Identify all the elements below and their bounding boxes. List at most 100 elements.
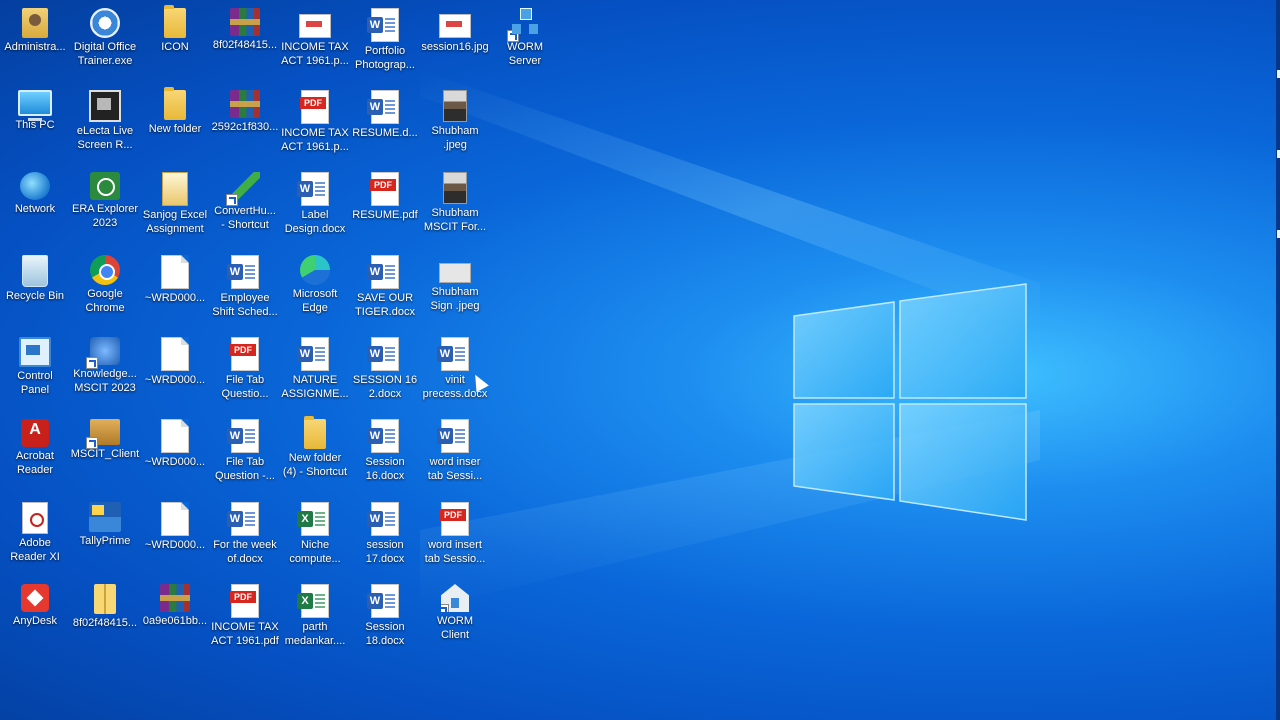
- desktop-icon[interactable]: TallyPrime: [70, 496, 140, 572]
- desktop-icon[interactable]: Wsession 17.docx: [350, 496, 420, 572]
- desktop-icon[interactable]: W Label Design.docx: [280, 166, 350, 242]
- desktop-icon[interactable]: W Session 18.docx: [350, 578, 420, 654]
- desktop-icon[interactable]: session16.jpg: [420, 2, 490, 78]
- file-type-badge: W: [297, 181, 313, 197]
- pdf-document-icon: PDF: [230, 337, 259, 371]
- shortcut-arrow-icon: [86, 357, 98, 369]
- desktop-icon[interactable]: Wvinit precess.docx: [420, 331, 490, 407]
- desktop-icon-label: ConvertHu... - Shortcut: [214, 205, 276, 231]
- desktop-icon[interactable]: W Employee Shift Sched...: [210, 249, 280, 325]
- this-pc-icon: [18, 90, 52, 121]
- tallyprime-icon: [89, 502, 121, 532]
- blank-document-icon: [161, 502, 189, 536]
- desktop-icon[interactable]: Microsoft Edge: [280, 249, 350, 325]
- desktop-icon[interactable]: 0a9e061bb...: [140, 578, 210, 654]
- word-document-icon: W: [367, 90, 399, 124]
- desktop-icon[interactable]: ~WRD000...: [140, 496, 210, 572]
- shortcut-arrow-icon: [507, 30, 519, 42]
- file-type-badge: PDF: [230, 591, 256, 603]
- desktop-icon[interactable]: ICON: [140, 2, 210, 78]
- document-lines: [315, 182, 325, 196]
- chrome-icon: [90, 255, 120, 285]
- desktop-icon[interactable]: Shubham Sign .jpeg: [420, 249, 490, 325]
- desktop-icon[interactable]: MSCIT_Client: [70, 413, 140, 489]
- desktop-icon[interactable]: Google Chrome: [70, 249, 140, 325]
- desktop-icon[interactable]: PDF INCOME TAX ACT 1961.p...: [280, 84, 350, 160]
- adobe-reader-icon: [22, 502, 48, 534]
- user-folder-icon: [22, 8, 48, 38]
- desktop-icon[interactable]: Shubham MSCIT For...: [420, 166, 490, 242]
- desktop-icon[interactable]: W SESSION 16 2.docx: [350, 331, 420, 407]
- desktop-icon-label: SAVE OUR TIGER.docx: [355, 292, 415, 318]
- desktop-icon[interactable]: ~WRD000...: [140, 413, 210, 489]
- control-panel-icon: [19, 337, 51, 367]
- desktop-icon[interactable]: ConvertHu... - Shortcut: [210, 166, 280, 242]
- desktop-icon-label: Adobe Reader XI: [10, 537, 60, 563]
- word-document-icon: W: [227, 255, 259, 289]
- desktop-icon[interactable]: Control Panel: [0, 331, 70, 407]
- desktop-icon[interactable]: INCOME TAX ACT 1961.p...: [280, 2, 350, 78]
- desktop-icon[interactable]: W For the week of.docx: [210, 496, 280, 572]
- desktop-icon[interactable]: Acrobat Reader: [0, 413, 70, 489]
- desktop-icon[interactable]: 8f02f48415...: [210, 2, 280, 78]
- desktop-icon[interactable]: AnyDesk: [0, 578, 70, 654]
- desktop-icon[interactable]: Adobe Reader XI: [0, 496, 70, 572]
- folder-icon: [164, 5, 186, 38]
- word-document-icon: W: [367, 419, 399, 453]
- file-type-badge: W: [367, 264, 383, 280]
- desktop-icon[interactable]: PDF word insert tab Sessio...: [420, 496, 490, 572]
- desktop-icon[interactable]: Wword inser tab Sessi...: [420, 413, 490, 489]
- desktop-icon[interactable]: W File Tab Question -...: [210, 413, 280, 489]
- desktop-icon[interactable]: 2592c1f830...: [210, 84, 280, 160]
- desktop-icon[interactable]: New folder (4) - Shortcut: [280, 413, 350, 489]
- pdf-document-icon: PDF: [230, 584, 259, 618]
- desktop-icon[interactable]: This PC: [0, 84, 70, 160]
- document-lines: [245, 512, 255, 526]
- word-document-icon: W: [437, 337, 469, 371]
- desktop-icon[interactable]: W Portfolio Photograp...: [350, 2, 420, 78]
- anydesk-icon: [21, 584, 49, 612]
- desktop-icon[interactable]: PDF File Tab Questio...: [210, 331, 280, 407]
- desktop-icon[interactable]: Digital Office Trainer.exe: [70, 2, 140, 78]
- recycle-bin-icon: [22, 255, 48, 287]
- desktop-icon[interactable]: Network: [0, 166, 70, 242]
- desktop-icon[interactable]: ~WRD000...: [140, 249, 210, 325]
- network-icon: [20, 172, 50, 200]
- knowledge-app-icon: [86, 337, 120, 369]
- desktop-icon[interactable]: W RESUME.d...: [350, 84, 420, 160]
- desktop-icon[interactable]: W SAVE OUR TIGER.docx: [350, 249, 420, 325]
- desktop-icon[interactable]: ERA Explorer 2023: [70, 166, 140, 242]
- desktop-icon[interactable]: eLecta Live Screen R...: [70, 84, 140, 160]
- desktop-icon[interactable]: New folder: [140, 84, 210, 160]
- desktop-icon-label: RESUME.d...: [352, 127, 418, 139]
- desktop-icon[interactable]: W Session 16.docx: [350, 413, 420, 489]
- desktop-icon[interactable]: Administra...: [0, 2, 70, 78]
- desktop-icon-label: Shubham .jpeg: [431, 125, 479, 151]
- desktop-icon-grid: Administra... Digital Office Trainer.exe I…: [0, 0, 560, 660]
- desktop-icon[interactable]: PDF INCOME TAX ACT 1961.pdf: [210, 578, 280, 654]
- desktop-icon-label: Digital Office Trainer.exe: [73, 41, 137, 67]
- desktop-icon[interactable]: PDF RESUME.pdf: [350, 166, 420, 242]
- document-lines: [385, 265, 395, 279]
- document-lines: [315, 512, 325, 526]
- desktop-icon[interactable]: Xparth medankar....: [280, 578, 350, 654]
- desktop-icon[interactable]: X Niche compute...: [280, 496, 350, 572]
- desktop-icon[interactable]: ~WRD000...: [140, 331, 210, 407]
- desktop-icon[interactable]: Knowledge... MSCIT 2023: [70, 331, 140, 407]
- desktop-icon[interactable]: Shubham .jpeg: [420, 84, 490, 160]
- file-type-badge: W: [367, 511, 383, 527]
- desktop-icon[interactable]: Sanjog Excel Assignment: [140, 166, 210, 242]
- desktop-icon-label: New folder (4) - Shortcut: [282, 452, 348, 478]
- desktop-icon[interactable]: Recycle Bin: [0, 249, 70, 325]
- desktop-icon[interactable]: WORM Server: [490, 2, 560, 78]
- word-document-icon: W: [367, 337, 399, 371]
- blank-document-icon: [161, 419, 189, 453]
- desktop-icon[interactable]: WORM Client: [420, 578, 490, 654]
- home-client-icon: [441, 584, 469, 612]
- desktop-icon-label: Portfolio Photograp...: [355, 45, 415, 71]
- desktop-icon[interactable]: 8f02f48415...: [70, 578, 140, 654]
- desktop-icon[interactable]: W NATURE ASSIGNME...: [280, 331, 350, 407]
- desktop-icon-label: For the week of.docx: [213, 539, 277, 565]
- file-type-badge: W: [437, 346, 453, 362]
- word-document-icon: W: [297, 172, 329, 206]
